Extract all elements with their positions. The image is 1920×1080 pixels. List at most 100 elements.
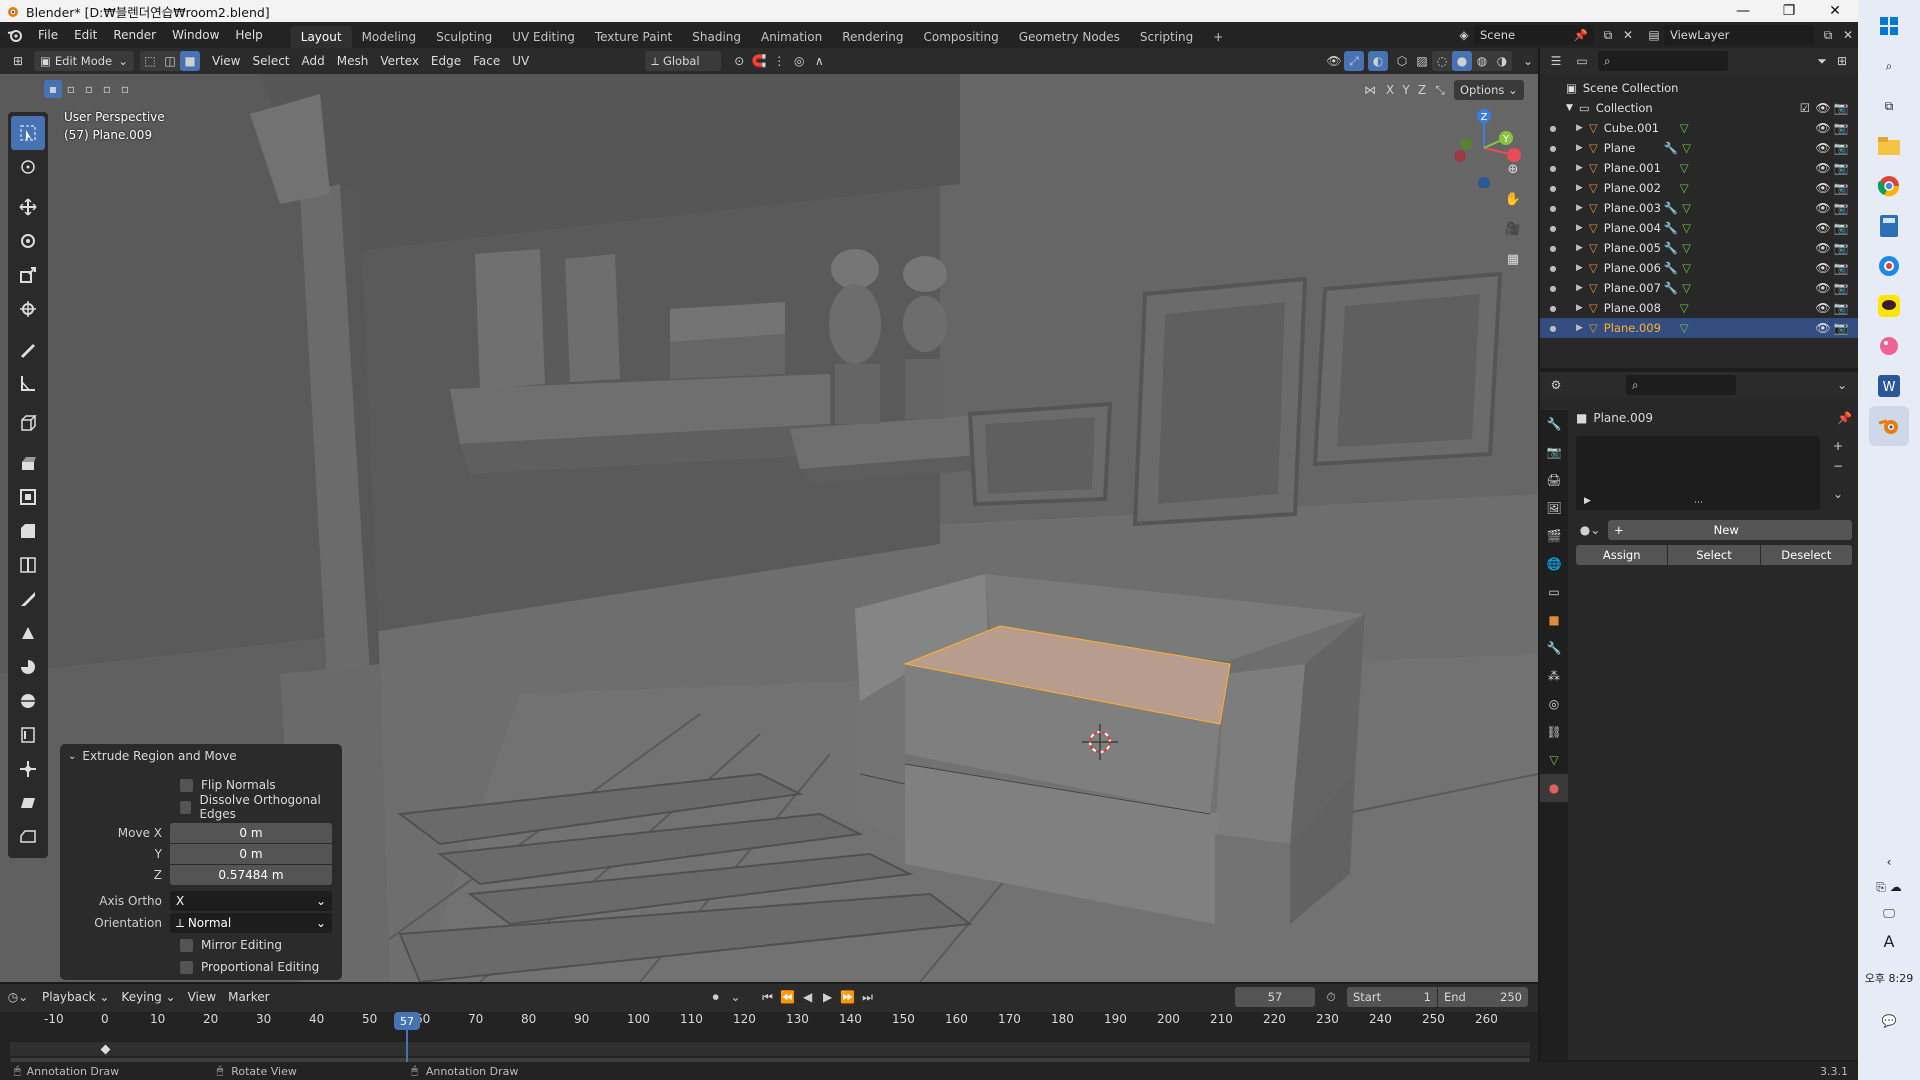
chrome-icon[interactable] [1869,166,1909,206]
camera-icon[interactable]: 📷 [1832,201,1850,215]
smooth-tool-icon[interactable] [8,684,48,718]
outliner-object-row[interactable]: ● ▶ ▽ Plane.005 🔧 ▽ 👁 📷 [1540,238,1858,258]
camera-icon[interactable]: 📷 [1832,101,1850,115]
expand-chevron-icon[interactable]: ▶ [1576,123,1583,133]
rendered-shading-icon[interactable]: ◑ [1492,51,1512,71]
outliner-object-row[interactable]: ● ▶ ▽ Plane.007 🔧 ▽ 👁 📷 [1540,278,1858,298]
modifier-wrench-icon[interactable]: 🔧 [1664,261,1678,275]
marker-menu[interactable]: Marker [222,987,275,1007]
move-z-field[interactable]: 0.57484 m [170,865,332,885]
delete-scene-icon[interactable]: ✕ [1618,25,1638,45]
constraints-tab-icon[interactable]: ⛓ [1540,718,1568,746]
snap-icon[interactable]: 🧲 [749,51,769,71]
start-frame-field[interactable]: Start 1 [1347,987,1437,1007]
eye-icon[interactable]: 👁 [1814,181,1832,195]
material-tab-icon[interactable]: ● [1540,774,1568,802]
properties-editor-type-icon[interactable]: ⚙ [1546,375,1566,395]
minimize-button[interactable]: — [1720,0,1766,22]
knife-tool-icon[interactable] [8,582,48,616]
expand-chevron-icon[interactable]: ▶ [1576,143,1583,153]
camera-icon[interactable]: 📷 [1832,261,1850,275]
calculator-icon[interactable] [1869,206,1909,246]
new-collection-icon[interactable]: ⊞ [1832,51,1852,71]
render-tab-icon[interactable]: 📷 [1540,438,1568,466]
modifier-wrench-icon[interactable]: 🔧 [1664,221,1678,235]
select-box-tool-icon[interactable] [11,116,45,150]
view-layer-tab-icon[interactable]: 🖼 [1540,494,1568,522]
eye-icon[interactable]: 👁 [1814,101,1832,115]
mesh-data-icon[interactable]: ▽ [1680,301,1689,315]
annotate-tool-icon[interactable] [8,332,48,366]
next-keyframe-icon[interactable]: ⏩ [838,987,858,1007]
camera-icon[interactable]: 📷 [1832,221,1850,235]
pivot-point-icon[interactable]: ⊙ [729,51,749,71]
tab-modeling[interactable]: Modeling [352,26,427,48]
expand-chevron-icon[interactable]: ▶ [1576,183,1583,193]
pan-hand-icon[interactable]: ✋ [1500,186,1526,212]
resize-handle-icon[interactable]: ⋯ [1694,498,1703,508]
expand-chevron-icon[interactable]: ▶ [1576,163,1583,173]
vertex-select-icon[interactable]: ⬚ [140,51,160,71]
eye-icon[interactable]: 👁 [1814,121,1832,135]
outliner-object-row[interactable]: ● ▶ ▽ Plane.004 🔧 ▽ 👁 📷 [1540,218,1858,238]
add-cube-tool-icon[interactable] [8,406,48,440]
deselect-button[interactable]: Deselect [1760,545,1852,565]
redo-panel-header[interactable]: ⌄ Extrude Region and Move [60,744,342,768]
mesh-data-icon[interactable]: ▽ [1680,181,1689,195]
mesh-overlays-icon[interactable]: ⬡ [1392,51,1412,71]
mirror-editing-checkbox[interactable] [180,938,193,952]
poly-build-tool-icon[interactable] [8,616,48,650]
chevron-left-icon[interactable]: ‹ [1869,850,1909,874]
visibility-icon[interactable]: 👁 [1324,51,1344,71]
menu-select[interactable]: Select [246,51,295,71]
menu-view[interactable]: View [206,51,246,71]
outliner-object-row[interactable]: ● ▶ ▽ Plane 🔧 ▽ 👁 📷 [1540,138,1858,158]
menu-vertex[interactable]: Vertex [374,51,425,71]
select-subtract-icon[interactable]: ▫ [80,80,98,98]
chevron-down-icon[interactable]: ⌄ [1832,375,1852,395]
perspective-grid-icon[interactable]: ▦ [1500,246,1526,272]
collection-tab-icon[interactable]: ▭ [1540,578,1568,606]
expand-chevron-icon[interactable]: ▼ [1566,103,1573,113]
tab-scripting[interactable]: Scripting [1130,26,1203,48]
timeline-editor-type-icon[interactable]: ◷⌄ [8,987,29,1007]
blender-taskbar-icon[interactable] [1869,406,1909,446]
assign-button[interactable]: Assign [1576,545,1668,565]
eye-icon[interactable]: 👁 [1814,201,1832,215]
delete-view-layer-icon[interactable]: ✕ [1838,25,1858,45]
menu-add[interactable]: Add [296,51,331,71]
menu-window[interactable]: Window [164,22,227,48]
camera-icon[interactable]: 📷 [1832,161,1850,175]
edge-select-icon[interactable]: ◫ [160,51,180,71]
shear-tool-icon[interactable] [8,786,48,820]
object-tab-icon[interactable]: ■ [1540,606,1568,634]
play-icon[interactable]: ▶ [818,987,838,1007]
search-icon[interactable]: ⌕ [1869,46,1909,86]
scene-icon[interactable]: ◈ [1454,25,1474,45]
expand-chevron-icon[interactable]: ▶ [1576,323,1583,333]
ime-indicator[interactable]: A [1869,926,1909,956]
solid-shading-icon[interactable]: ● [1452,51,1472,71]
maximize-button[interactable]: ❐ [1766,0,1812,22]
timeline-area[interactable]: -10 0 10 20 30 40 50 60 70 80 90 100 110… [0,1012,1538,1062]
overlays-toggle-icon[interactable]: ◐ [1368,51,1388,71]
tab-shading[interactable]: Shading [682,26,751,48]
clock[interactable]: 오후 8:29 [1858,970,1920,986]
gizmo-toggle-icon[interactable]: ⤢ [1344,51,1364,71]
keying-menu[interactable]: Keying ⌄ [115,987,181,1007]
mesh-data-icon[interactable]: ▽ [1682,201,1691,215]
outliner-search-input[interactable]: ⌕ [1598,51,1728,71]
menu-face[interactable]: Face [467,51,506,71]
keyframe-track[interactable] [10,1042,1530,1056]
expand-chevron-icon[interactable]: ▶ [1576,303,1583,313]
scene-selector[interactable]: Scene 📌 [1474,25,1594,45]
view-layer-selector[interactable]: ViewLayer [1664,25,1814,45]
view-layer-icon[interactable]: ▤ [1644,25,1664,45]
outliner-editor-type-icon[interactable]: ☰ [1546,51,1566,71]
output-tab-icon[interactable]: 🖨 [1540,466,1568,494]
menu-mesh[interactable]: Mesh [331,51,375,71]
camera-icon[interactable]: 📷 [1832,281,1850,295]
windows-start-icon[interactable] [1869,6,1909,46]
move-y-field[interactable]: 0 m [170,844,332,864]
record-icon[interactable]: ⏺ [706,987,726,1007]
